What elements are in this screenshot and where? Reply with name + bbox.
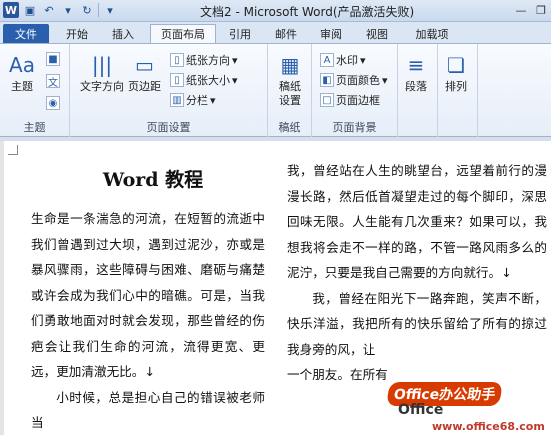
group-page-background: A 水印 ▾ ◧ 页面颜色 ▾ □ 页面边框 页面背景 bbox=[312, 44, 398, 137]
arrange-button[interactable]: ❏ 排列 bbox=[442, 50, 470, 94]
column-right: 我，曾经站在人生的眺望台，远望着前行的漫漫长路，然后低首凝望走过的每个脚印，深思… bbox=[287, 158, 547, 388]
tab-addins[interactable]: 加载项 bbox=[408, 24, 456, 43]
paragraph-icon: ≡ bbox=[407, 53, 425, 77]
tab-references[interactable]: 引用 bbox=[222, 24, 258, 43]
theme-fonts-button[interactable]: 文 bbox=[46, 74, 60, 89]
theme-button[interactable]: Aa 主题 bbox=[8, 50, 36, 94]
corner-mark bbox=[8, 145, 18, 155]
group-label-page-background: 页面背景 bbox=[332, 121, 377, 134]
watermark-main: Office bbox=[398, 402, 444, 418]
save-icon[interactable]: ▣ bbox=[22, 2, 38, 18]
columns-icon: ▥ bbox=[170, 93, 184, 107]
size-icon: ▯ bbox=[170, 73, 184, 87]
text-direction-icon: ||| bbox=[91, 53, 113, 77]
orientation-button[interactable]: ▯ 纸张方向 ▾ bbox=[170, 52, 238, 68]
column-left: Word 教程 生命是一条湍急的河流，在短暂的流逝中我们曾遇到过大坝，遇到过泥沙… bbox=[31, 165, 265, 436]
window-title: 文档2 - Microsoft Word(产品激活失败) bbox=[200, 5, 415, 19]
margins-icon: ▭ bbox=[135, 53, 154, 77]
tab-view[interactable]: 视图 bbox=[359, 24, 395, 43]
margins-button[interactable]: ▭ 页边距 bbox=[128, 50, 161, 94]
page-border-icon: □ bbox=[320, 93, 334, 107]
paragraph-1: 生命是一条湍急的河流，在短暂的流逝中我们曾遇到过大坝，遇到过泥沙，亦或是暴风骤雨… bbox=[31, 211, 265, 379]
ribbon: Aa 主题 ■ 文 ◉ 主题 ||| 文字方向 ▭ 页边距 ▯ 纸张方向 ▾ ▯ 纸… bbox=[0, 43, 551, 137]
document-title: Word 教程 bbox=[102, 169, 204, 191]
paragraph-2: 小时候，总是担心自己的错误被老师当 bbox=[31, 389, 265, 431]
tab-home[interactable]: 开始 bbox=[58, 24, 96, 43]
site-watermark: Office办公助手 Office www.office68.com bbox=[386, 380, 551, 435]
theme-icon: Aa bbox=[9, 53, 35, 77]
redo-icon[interactable]: ↻ bbox=[79, 2, 95, 18]
columns-button[interactable]: ▥ 分栏 ▾ bbox=[170, 92, 216, 108]
paragraph-button[interactable]: ≡ 段落 bbox=[402, 50, 430, 94]
theme-effects-button[interactable]: ◉ bbox=[46, 96, 60, 110]
tab-mailings[interactable]: 邮件 bbox=[268, 24, 304, 43]
window-controls: — ❐ bbox=[511, 0, 551, 20]
watermark-button[interactable]: A 水印 ▾ bbox=[320, 52, 366, 68]
orientation-icon: ▯ bbox=[170, 53, 184, 67]
restore-icon[interactable]: ❐ bbox=[531, 0, 551, 20]
text-direction-button[interactable]: ||| 文字方向 bbox=[80, 50, 124, 94]
minimize-icon[interactable]: — bbox=[511, 0, 531, 20]
group-label-manuscript: 稿纸 bbox=[278, 121, 301, 134]
paragraph-3: 我，曾经站在人生的眺望台，远望着前行的漫漫长路，然后低首凝望走过的每个脚印，深思… bbox=[287, 163, 547, 280]
word-logo-icon[interactable]: W bbox=[3, 2, 19, 18]
tab-page-layout[interactable]: 页面布局 bbox=[150, 24, 216, 43]
tab-insert[interactable]: 插入 bbox=[104, 24, 142, 43]
manuscript-settings-button[interactable]: ▦ 稿纸 设置 bbox=[276, 50, 304, 108]
arrange-icon: ❏ bbox=[447, 53, 465, 77]
size-button[interactable]: ▯ 纸张大小 ▾ bbox=[170, 72, 238, 88]
tab-review[interactable]: 审阅 bbox=[313, 24, 349, 43]
group-label-theme: 主题 bbox=[23, 121, 46, 134]
page-color-icon: ◧ bbox=[320, 73, 334, 87]
fonts-icon: 文 bbox=[46, 74, 60, 89]
effects-icon: ◉ bbox=[46, 96, 60, 110]
manuscript-icon: ▦ bbox=[280, 53, 300, 77]
group-label-page-setup: 页面设置 bbox=[146, 121, 191, 134]
separator bbox=[98, 3, 99, 17]
paragraph-4: 我，曾经在阳光下一路奔跑，笑声不断，快乐洋溢，我把所有的快乐留给了所有的掠过我身… bbox=[287, 290, 547, 357]
quick-access-toolbar: W ▣ ↶ ▾ ↻ ▾ bbox=[3, 2, 118, 18]
watermark-icon: A bbox=[320, 53, 334, 67]
customize-qat-icon[interactable]: ▾ bbox=[102, 2, 118, 18]
page-color-button[interactable]: ◧ 页面颜色 ▾ bbox=[320, 72, 388, 88]
group-theme: Aa 主题 ■ 文 ◉ 主题 bbox=[0, 44, 70, 137]
ribbon-tabs: 文件 开始 插入 页面布局 引用 邮件 审阅 视图 加载项 bbox=[0, 22, 551, 43]
group-page-setup: ||| 文字方向 ▭ 页边距 ▯ 纸张方向 ▾ ▯ 纸张大小 ▾ ▥ 分栏 ▾ 页面设… bbox=[70, 44, 268, 137]
page-border-button[interactable]: □ 页面边框 bbox=[320, 92, 380, 108]
group-paragraph: ≡ 段落 bbox=[398, 44, 438, 137]
undo-dropdown-icon[interactable]: ▾ bbox=[60, 2, 76, 18]
tab-file[interactable]: 文件 bbox=[3, 24, 49, 43]
title-bar: W ▣ ↶ ▾ ↻ ▾ 文档2 - Microsoft Word(产品激活失败)… bbox=[0, 0, 551, 22]
watermark-site: www.office68.com bbox=[432, 420, 545, 433]
undo-icon[interactable]: ↶ bbox=[41, 2, 57, 18]
theme-colors-button[interactable]: ■ bbox=[46, 52, 60, 66]
group-manuscript: ▦ 稿纸 设置 稿纸 bbox=[268, 44, 312, 137]
group-arrange: ❏ 排列 bbox=[438, 44, 478, 137]
colors-icon: ■ bbox=[46, 52, 60, 66]
